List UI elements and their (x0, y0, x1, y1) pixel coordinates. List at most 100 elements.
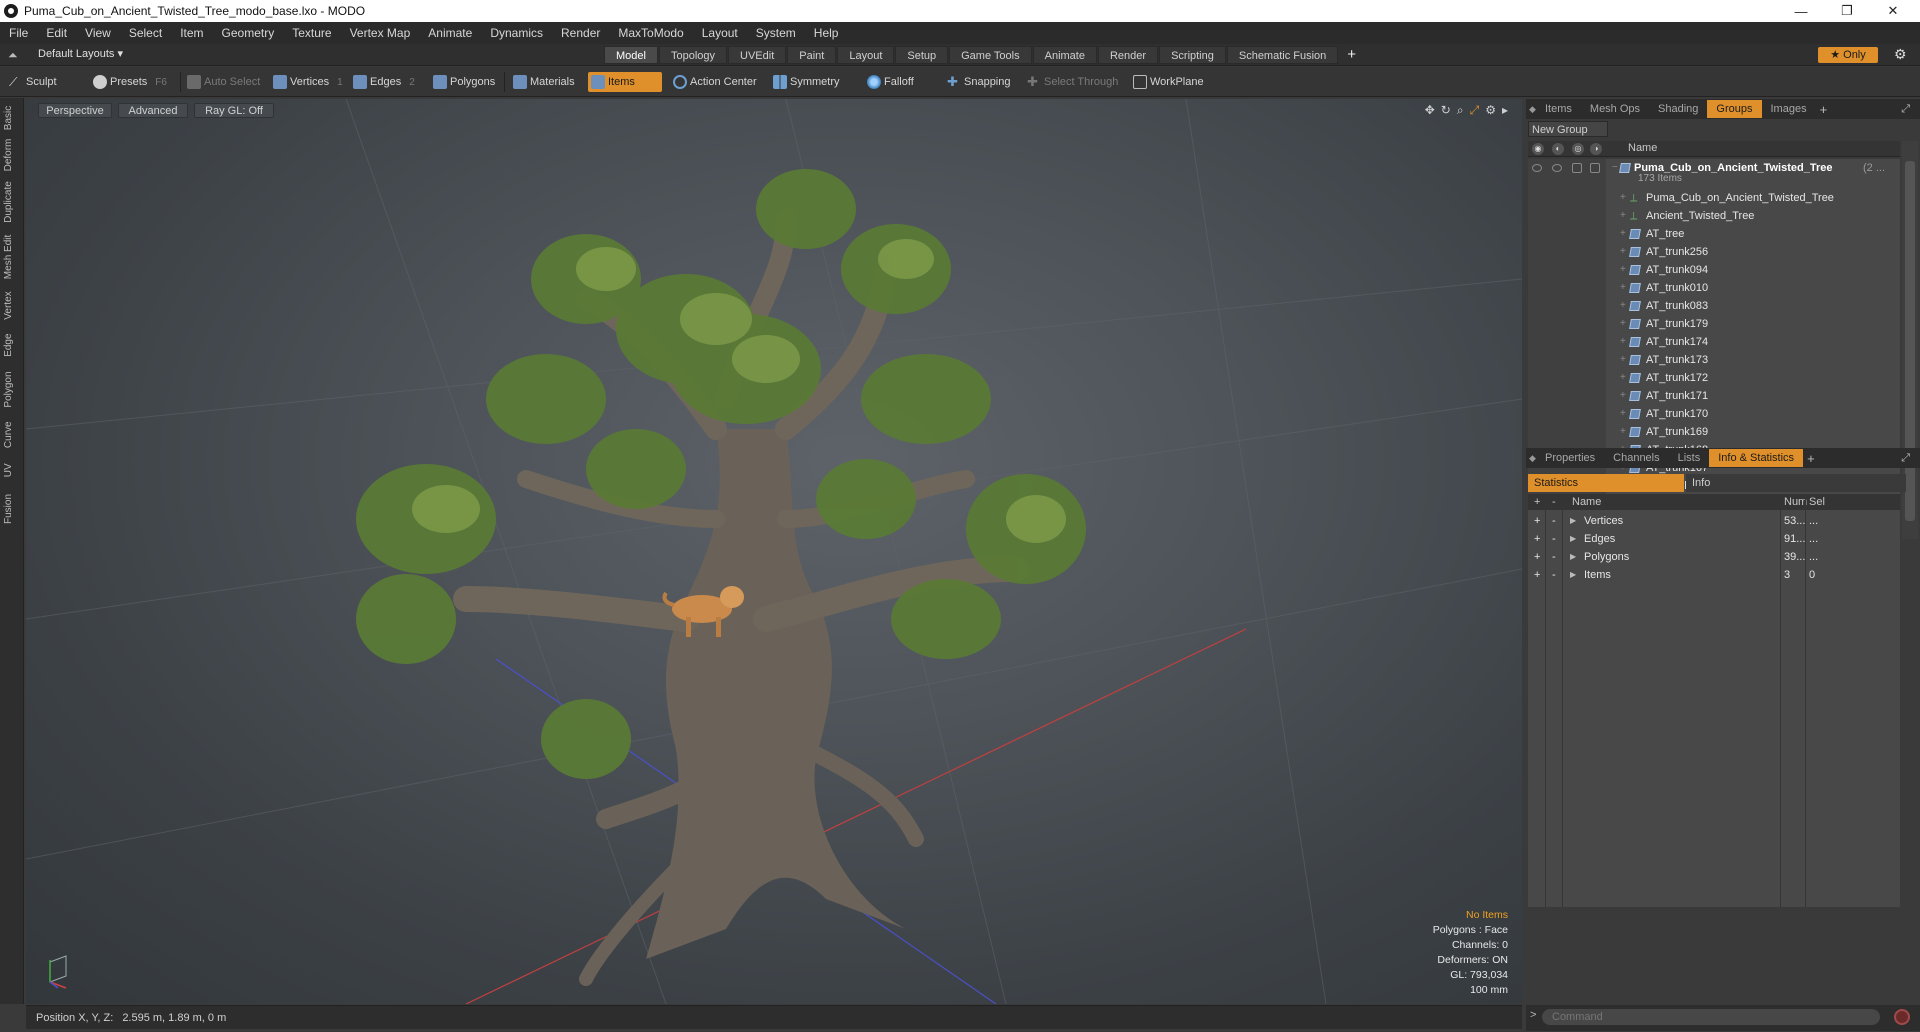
falloff-button[interactable]: Falloff (864, 72, 934, 92)
select-through-button[interactable]: ✚ Select Through (1024, 72, 1120, 92)
default-layouts-dropdown[interactable]: Default Layouts ▾ (38, 47, 123, 60)
maximize-button[interactable]: ❐ (1824, 0, 1870, 22)
groups-panel-grip-icon[interactable]: ◆ (1526, 104, 1536, 115)
menu-texture[interactable]: Texture (283, 22, 340, 44)
left-tab-deform[interactable]: Deform (3, 134, 21, 175)
menu-layout[interactable]: Layout (693, 22, 747, 44)
zoom-icon[interactable]: ⌕ (1457, 103, 1464, 118)
items-button[interactable]: Items (588, 72, 662, 92)
tree-expander[interactable]: + (1620, 189, 1626, 207)
only-button[interactable]: ★ Only (1818, 47, 1878, 63)
group-item-row[interactable]: + AT_trunk010 (1528, 279, 1900, 297)
expand-plus-icon[interactable]: + (1534, 530, 1540, 548)
shading-dropdown[interactable]: Advanced (118, 103, 188, 118)
tab-uvedit[interactable]: UVEdit (728, 46, 787, 64)
viewport-menu-arrow-icon[interactable]: ▸ (1502, 103, 1508, 118)
menu-item[interactable]: Item (171, 22, 212, 44)
menu-maxtomodo[interactable]: MaxToModo (609, 22, 692, 44)
menu-vertex-map[interactable]: Vertex Map (341, 22, 420, 44)
minimize-button[interactable]: — (1778, 0, 1824, 22)
close-button[interactable]: ✕ (1870, 0, 1916, 22)
group-item-row[interactable]: + AT_tree (1528, 225, 1900, 243)
info-expand-icon[interactable]: ⤢ (1901, 452, 1910, 465)
stats-sel-header[interactable]: Sel (1809, 494, 1825, 510)
tree-expander[interactable]: + (1620, 261, 1626, 279)
visibility-column-icon[interactable]: ◉ (1532, 143, 1544, 155)
tab-paint[interactable]: Paint (787, 46, 837, 64)
expand-plus-icon[interactable]: + (1534, 548, 1540, 566)
menu-help[interactable]: Help (805, 22, 848, 44)
record-macro-icon[interactable] (1894, 1009, 1910, 1025)
info-tab-lists[interactable]: Lists (1669, 449, 1710, 467)
group-item-row[interactable]: + AT_trunk179 (1528, 315, 1900, 333)
tree-expander[interactable]: + (1620, 351, 1626, 369)
collapse-minus-icon[interactable]: - (1552, 548, 1556, 566)
group-item-row[interactable]: + ⟂ Puma_Cub_on_Ancient_Twisted_Tree (1528, 189, 1900, 207)
menu-dynamics[interactable]: Dynamics (481, 22, 552, 44)
group-select-checkbox[interactable] (1590, 163, 1600, 173)
tab-layout[interactable]: Layout (837, 46, 895, 64)
tab-animate[interactable]: Animate (1032, 46, 1097, 64)
info-panel-grip-icon[interactable]: ◆ (1526, 453, 1536, 464)
tab-model[interactable]: Model (604, 46, 658, 64)
tab-scripting[interactable]: Scripting (1159, 46, 1226, 64)
group-render-icon[interactable] (1552, 164, 1562, 172)
tree-expander[interactable]: + (1620, 423, 1626, 441)
remove-column-icon[interactable]: - (1552, 494, 1556, 510)
stats-row-edges[interactable]: + - ▶ Edges 91...... (1528, 530, 1900, 548)
action-center-button[interactable]: Action Center (670, 72, 762, 92)
groups-expand-icon[interactable]: ⤢ (1901, 103, 1910, 116)
tree-expander[interactable]: + (1620, 405, 1626, 423)
new-group-button[interactable]: New Group (1528, 121, 1608, 137)
render-column-icon[interactable]: ◐ (1552, 143, 1564, 155)
raygl-toggle[interactable]: Ray GL: Off (194, 103, 274, 118)
edges-button[interactable]: Edges 2 (350, 72, 426, 92)
materials-button[interactable]: Materials (510, 72, 582, 92)
tree-expander[interactable]: + (1620, 243, 1626, 261)
pan-icon[interactable]: ✥ (1425, 103, 1435, 118)
groups-tab-mesh-ops[interactable]: Mesh Ops (1581, 100, 1649, 118)
sculpt-button[interactable]: ⟋ Sculpt (6, 72, 86, 92)
info-tab-properties[interactable]: Properties (1536, 449, 1604, 467)
tree-expander[interactable]: + (1620, 333, 1626, 351)
group-item-row[interactable]: + AT_trunk172 (1528, 369, 1900, 387)
select-column-icon[interactable]: ◑ (1590, 143, 1602, 155)
snapping-button[interactable]: ✚ Snapping (944, 72, 1024, 92)
menu-select[interactable]: Select (120, 22, 171, 44)
tab-topology[interactable]: Topology (658, 46, 728, 64)
stats-row-items[interactable]: + - ▶ Items 3 0 (1528, 566, 1900, 584)
groups-add-tab-icon[interactable]: + (1816, 102, 1832, 117)
vertices-button[interactable]: Vertices 1 (270, 72, 346, 92)
group-item-row[interactable]: + AT_trunk094 (1528, 261, 1900, 279)
tree-expander[interactable]: + (1620, 279, 1626, 297)
group-item-row[interactable]: + AT_trunk173 (1528, 351, 1900, 369)
tree-expander[interactable]: + (1620, 369, 1626, 387)
collapse-minus-icon[interactable]: - (1552, 512, 1556, 530)
menu-view[interactable]: View (76, 22, 120, 44)
tab-setup[interactable]: Setup (895, 46, 949, 64)
viewport-settings-icon[interactable]: ⚙ (1485, 103, 1496, 118)
groups-tab-images[interactable]: Images (1762, 100, 1816, 118)
symmetry-button[interactable]: Symmetry (770, 72, 850, 92)
lock-column-icon[interactable]: ◎ (1572, 143, 1584, 155)
groups-tab-groups[interactable]: Groups (1707, 100, 1762, 118)
3d-viewport[interactable]: Perspective Advanced Ray GL: Off ✥ ↻ ⌕ ⤢… (26, 99, 1522, 1004)
info-subtab[interactable]: Info (1686, 474, 1906, 492)
add-column-icon[interactable]: + (1534, 494, 1540, 510)
left-tab-basic[interactable]: Basic (3, 102, 21, 134)
left-tab-edge[interactable]: Edge (3, 327, 21, 364)
command-input[interactable] (1542, 1009, 1880, 1025)
left-tab-vertex[interactable]: Vertex (3, 284, 21, 328)
disclosure-triangle-icon[interactable]: ▶ (1570, 530, 1576, 548)
tree-expander[interactable]: + (1620, 315, 1626, 333)
fit-icon[interactable]: ⤢ (1470, 103, 1480, 118)
group-root-row[interactable]: − Puma_Cub_on_Ancient_Twisted_Tree (2 ..… (1528, 159, 1900, 187)
collapse-minus-icon[interactable]: - (1552, 566, 1556, 584)
groups-tab-shading[interactable]: Shading (1649, 100, 1707, 118)
expand-plus-icon[interactable]: + (1534, 512, 1540, 530)
group-item-row[interactable]: + AT_trunk169 (1528, 423, 1900, 441)
group-item-row[interactable]: + AT_trunk256 (1528, 243, 1900, 261)
workplane-button[interactable]: WorkPlane (1130, 72, 1210, 92)
tree-expander[interactable]: + (1620, 387, 1626, 405)
info-tab-info-statistics[interactable]: Info & Statistics (1709, 449, 1804, 467)
